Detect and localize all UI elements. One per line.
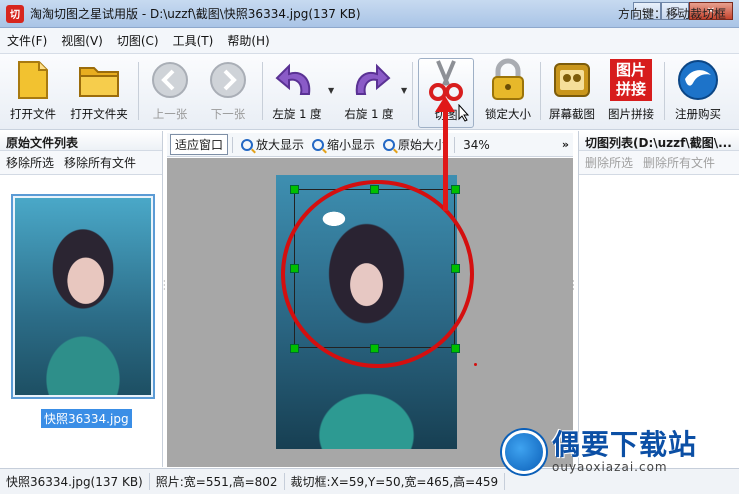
watermark-text: 偶要下载站 ouyaoxiazai.com: [552, 428, 698, 475]
lock-size-button[interactable]: 锁定大小: [480, 58, 536, 122]
menu-view[interactable]: 视图(V): [54, 32, 110, 49]
open-folder-label: 打开文件夹: [70, 107, 128, 121]
zoom-in-icon: [241, 138, 254, 151]
crop-handle-top-right[interactable]: [451, 185, 460, 194]
zoom-out-label: 缩小显示: [327, 138, 376, 152]
open-file-button[interactable]: 打开文件: [6, 58, 60, 122]
view-toolbar: 适应窗口 放大显示 缩小显示 原始大小 34% »: [167, 133, 573, 157]
status-file: 快照36334.jpg(137 KB): [0, 473, 150, 490]
fit-window-button[interactable]: 适应窗口: [170, 134, 229, 155]
folder-icon: [77, 58, 121, 102]
screen-capture-icon: [550, 58, 594, 102]
remove-selected-button[interactable]: 移除所选: [6, 154, 54, 171]
toolbar-separator: [412, 62, 413, 120]
open-file-icon: [11, 58, 55, 102]
thumbnail-image: [15, 198, 151, 395]
toolbar-separator: [138, 62, 139, 120]
red-dot: [474, 363, 477, 366]
right-splitter-handle[interactable]: · · ·: [572, 278, 575, 294]
status-hint: 方向键：移动裁切框: [618, 7, 727, 21]
mouse-cursor-icon: [458, 104, 470, 122]
watermark-url: ouyaoxiazai.com: [552, 460, 668, 474]
crop-handle-bottom-right[interactable]: [451, 344, 460, 353]
open-folder-button[interactable]: 打开文件夹: [66, 58, 132, 122]
zoom-level: 34%: [463, 137, 490, 152]
original-size-icon: [383, 138, 396, 151]
rotate-left-dropdown-icon[interactable]: ▼: [328, 86, 334, 95]
toolbar-separator: [262, 62, 263, 120]
crop-handle-top-left[interactable]: [290, 185, 299, 194]
toolbar-separator: [664, 62, 665, 120]
rotate-right-button[interactable]: 右旋 1 度: [340, 58, 398, 122]
source-file-panel-title: 原始文件列表: [0, 131, 162, 151]
register-button[interactable]: 注册购买: [670, 58, 726, 122]
delete-all-button[interactable]: 删除所有文件: [643, 154, 715, 171]
image-splice-icon: 图片拼接: [609, 58, 653, 102]
menu-help[interactable]: 帮助(H): [220, 32, 276, 49]
toolbar-separator: [540, 62, 541, 120]
file-thumbnail[interactable]: [11, 194, 155, 399]
rotate-right-label: 右旋 1 度: [344, 107, 394, 121]
source-file-panel-tools: 移除所选 移除所有文件: [0, 151, 162, 175]
open-file-label: 打开文件: [10, 107, 56, 121]
cut-list-panel: 切图列表(D:\uzzf\截图\... 删除所选 删除所有文件: [578, 131, 739, 467]
lock-icon: [486, 58, 530, 102]
view-toolbar-separator: [454, 136, 456, 153]
register-label: 注册购买: [675, 107, 721, 121]
watermark: 偶要下载站 ouyaoxiazai.com: [502, 430, 697, 474]
screen-capture-label: 屏幕截图: [549, 107, 595, 121]
view-toolbar-more-icon[interactable]: »: [562, 138, 569, 151]
image-splice-button[interactable]: 图片拼接 图片拼接: [603, 58, 659, 122]
cut-list-panel-tools: 删除所选 删除所有文件: [579, 151, 739, 175]
rotate-right-icon: [347, 58, 391, 102]
arrow-left-icon: [148, 58, 192, 102]
delete-selected-button[interactable]: 删除所选: [585, 154, 633, 171]
menu-cut[interactable]: 切图(C): [110, 32, 166, 49]
menu-bar: 文件(F) 视图(V) 切图(C) 工具(T) 帮助(H): [0, 28, 739, 54]
image-canvas[interactable]: [167, 158, 573, 467]
zoom-in-label: 放大显示: [256, 138, 305, 152]
register-icon: [676, 58, 720, 102]
view-toolbar-separator: [232, 136, 234, 153]
original-size-label: 原始大小: [398, 138, 447, 152]
status-photo-size: 照片:宽=551,高=802: [150, 473, 285, 490]
next-label: 下一张: [210, 107, 246, 121]
crop-handle-bottom-left[interactable]: [290, 344, 299, 353]
watermark-name: 偶要下载站: [552, 428, 698, 461]
next-button[interactable]: 下一张: [202, 58, 254, 122]
image-splice-label: 图片拼接: [608, 107, 654, 121]
rotate-left-label: 左旋 1 度: [272, 107, 322, 121]
zoom-out-icon: [312, 138, 325, 151]
screen-capture-button[interactable]: 屏幕截图: [545, 58, 599, 122]
rotate-left-icon: [275, 58, 319, 102]
rotate-right-dropdown-icon[interactable]: ▼: [401, 86, 407, 95]
menu-tools[interactable]: 工具(T): [166, 32, 221, 49]
left-splitter-handle[interactable]: · · ·: [163, 278, 166, 294]
prev-label: 上一张: [152, 107, 188, 121]
window-title: 淘淘切图之星试用版 - D:\uzzf\截图\快照36334.jpg(137 K…: [30, 7, 361, 21]
watermark-logo-icon: [502, 430, 546, 474]
rotate-left-button[interactable]: 左旋 1 度: [268, 58, 326, 122]
remove-all-button[interactable]: 移除所有文件: [64, 154, 136, 171]
annotation-arrow-shaft: [443, 108, 448, 211]
arrow-right-icon: [206, 58, 250, 102]
prev-button[interactable]: 上一张: [144, 58, 196, 122]
app-icon: 切: [6, 4, 24, 23]
zoom-out-button[interactable]: 缩小显示: [308, 136, 379, 153]
source-file-panel: 原始文件列表 移除所选 移除所有文件 快照36334.jpg: [0, 131, 163, 467]
image-splice-icon-text: 图片拼接: [610, 59, 652, 101]
annotation-arrow-head: [435, 96, 455, 112]
toolbar: 打开文件 打开文件夹 上一张 下一张 左旋 1 度 ▼ 右旋 1 度 ▼ 锁定大…: [0, 54, 739, 130]
zoom-in-button[interactable]: 放大显示: [237, 136, 308, 153]
menu-file[interactable]: 文件(F): [0, 32, 54, 49]
lock-size-label: 锁定大小: [485, 107, 531, 121]
cut-list-panel-title: 切图列表(D:\uzzf\截图\...: [579, 131, 739, 151]
status-crop-box: 裁切框:X=59,Y=50,宽=465,高=459: [285, 473, 506, 490]
thumbnail-caption[interactable]: 快照36334.jpg: [41, 409, 132, 428]
original-size-button[interactable]: 原始大小: [379, 136, 450, 153]
